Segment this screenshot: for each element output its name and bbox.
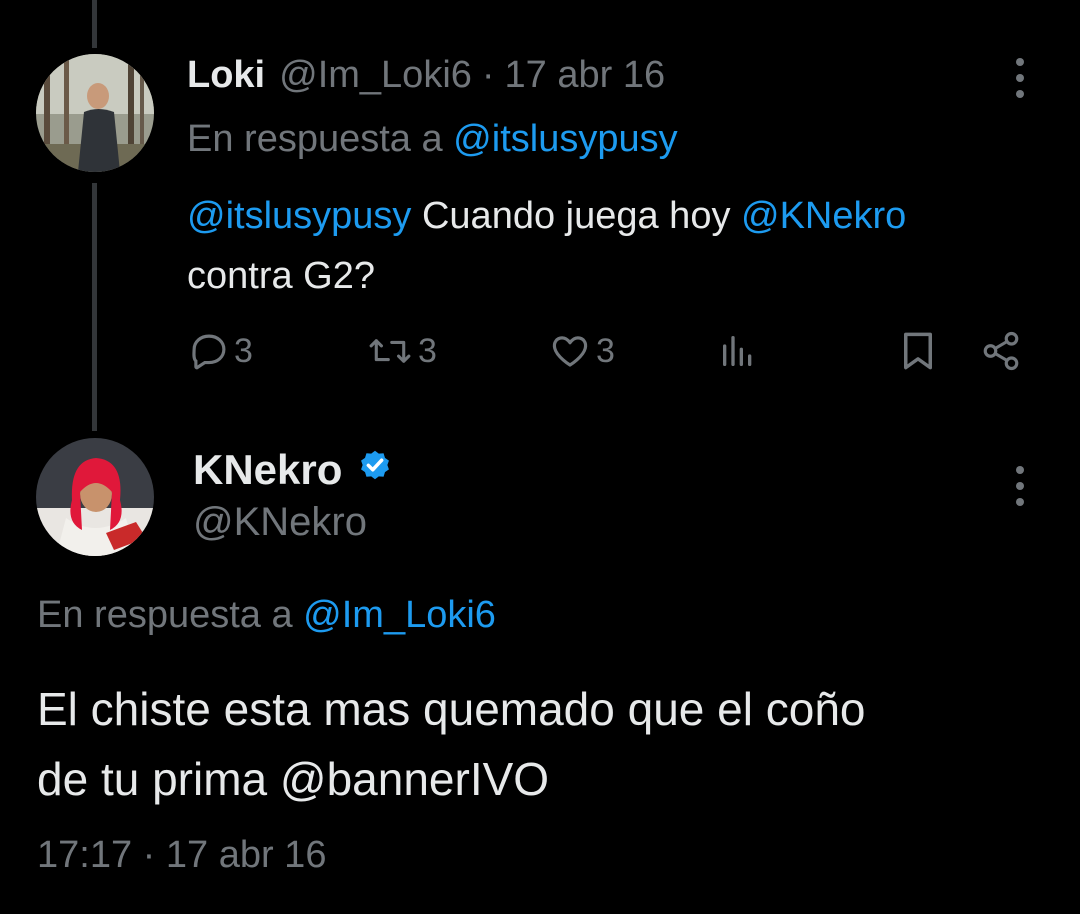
- more-icon[interactable]: [1015, 466, 1025, 506]
- tweet-date: 17 abr 16: [165, 834, 327, 876]
- reply-mention[interactable]: @itslusypusy: [453, 118, 677, 160]
- bookmark-icon: [900, 330, 936, 372]
- reply-count: 3: [234, 331, 253, 370]
- meta-separator: ·: [142, 834, 156, 876]
- author-name[interactable]: Loki: [187, 54, 265, 97]
- reply-context: En respuesta a @Im_Loki6: [37, 594, 496, 637]
- meta-separator: ·: [481, 53, 495, 96]
- loki-avatar[interactable]: [36, 54, 154, 172]
- retweet-button[interactable]: 3: [366, 330, 437, 372]
- share-button[interactable]: [980, 330, 1022, 372]
- main-author-name-row: KNekro: [193, 446, 394, 494]
- retweet-icon: [366, 330, 414, 372]
- tweet-text-line2: contra G2?: [187, 255, 375, 297]
- share-icon: [980, 330, 1022, 372]
- reply-mention[interactable]: @Im_Loki6: [303, 594, 496, 636]
- like-icon: [548, 330, 592, 372]
- main-tweet-text: El chiste esta mas quemado que el coño d…: [37, 674, 866, 814]
- tweet-text-line1: El chiste esta mas quemado que el coño: [37, 683, 866, 735]
- knekro-avatar[interactable]: [36, 438, 154, 556]
- mention-link[interactable]: @KNekro: [741, 195, 906, 237]
- thread-line: [92, 183, 97, 431]
- verified-icon: [356, 446, 394, 494]
- author-handle[interactable]: @Im_Loki6: [279, 54, 472, 97]
- reply-context: En respuesta a @itslusypusy: [187, 118, 678, 161]
- reply-prefix: En respuesta a: [37, 594, 293, 636]
- like-count: 3: [596, 331, 615, 370]
- reply-icon: [188, 330, 230, 372]
- views-icon: [718, 330, 758, 372]
- parent-tweet-text: @itslusypusy Cuando juega hoy @KNekro co…: [187, 186, 906, 306]
- action-bar: 3 3 3: [0, 328, 1080, 374]
- bookmark-button[interactable]: [900, 330, 936, 372]
- tweet-timestamp[interactable]: 17:17 · 17 abr 16: [37, 834, 326, 877]
- thread-line-top: [92, 0, 97, 48]
- mention-link[interactable]: @bannerIVO: [280, 753, 549, 805]
- reply-button[interactable]: 3: [188, 330, 253, 372]
- retweet-count: 3: [418, 331, 437, 370]
- views-button[interactable]: [718, 330, 758, 372]
- tweet-time: 17:17: [37, 834, 133, 876]
- tweet-text-part: Cuando juega hoy: [411, 195, 742, 237]
- like-button[interactable]: 3: [548, 330, 615, 372]
- mention-link[interactable]: @itslusypusy: [187, 195, 411, 237]
- tweet-text-part: de tu prima: [37, 753, 280, 805]
- parent-meta-row: Loki @Im_Loki6 · 17 abr 16: [187, 52, 665, 98]
- author-name[interactable]: KNekro: [193, 446, 342, 494]
- more-icon[interactable]: [1015, 58, 1025, 98]
- author-handle[interactable]: @KNekro: [193, 500, 367, 545]
- tweet-date[interactable]: 17 abr 16: [505, 54, 666, 97]
- reply-prefix: En respuesta a: [187, 118, 443, 160]
